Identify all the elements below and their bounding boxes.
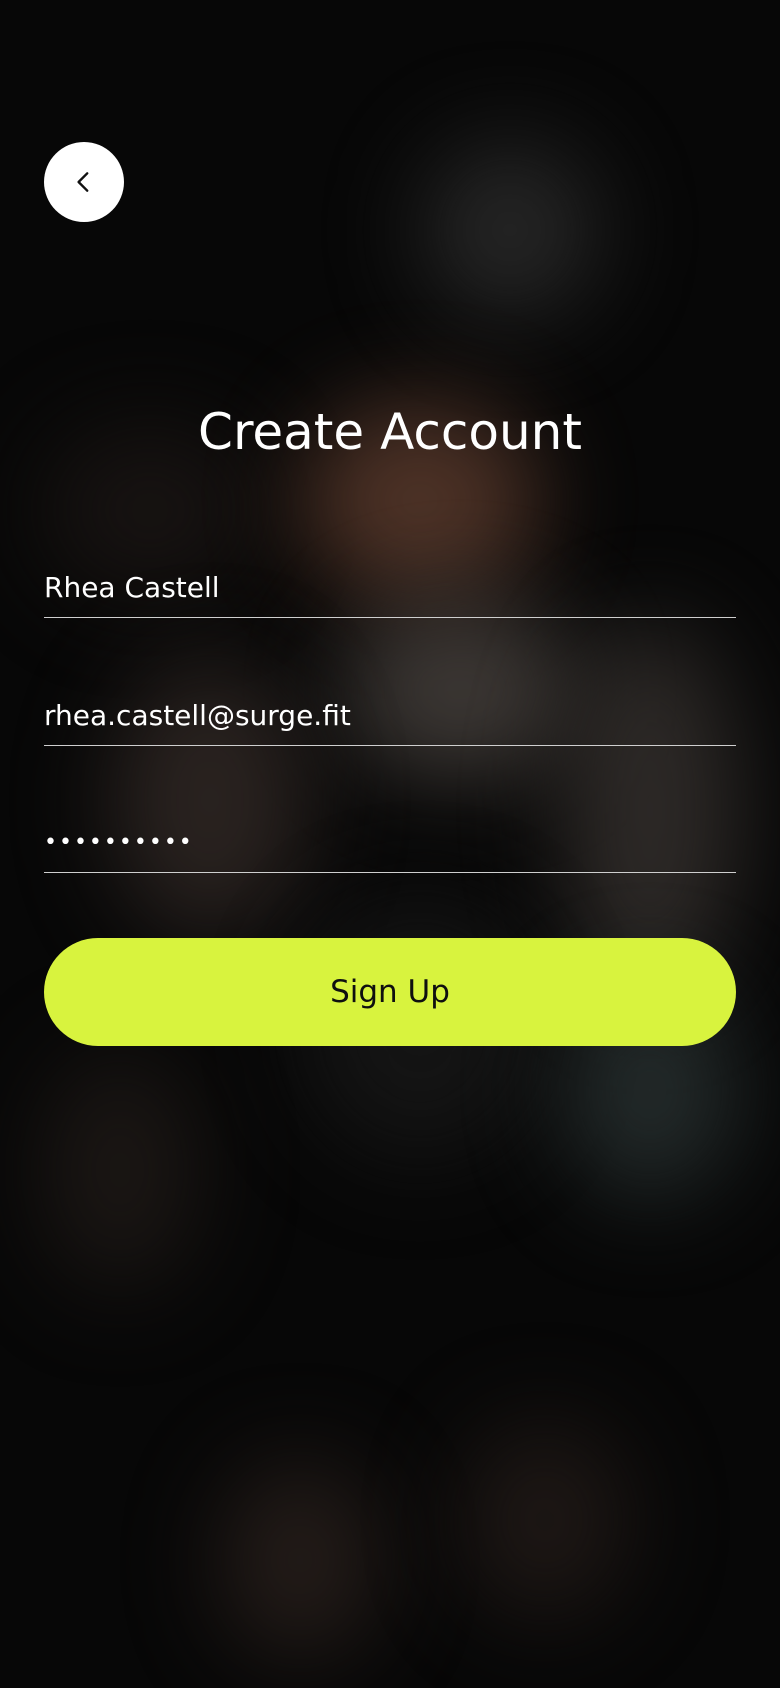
name-field — [44, 557, 736, 618]
password-field — [44, 812, 736, 873]
sign-up-button[interactable]: Sign Up — [44, 938, 736, 1046]
password-input[interactable] — [44, 812, 736, 872]
chevron-left-icon — [77, 172, 89, 192]
email-input[interactable] — [44, 685, 736, 745]
name-input[interactable] — [44, 557, 736, 617]
create-account-screen: Create Account Sign Up — [0, 0, 780, 1688]
back-button[interactable] — [44, 142, 124, 222]
page-title: Create Account — [198, 403, 582, 461]
email-field — [44, 685, 736, 746]
